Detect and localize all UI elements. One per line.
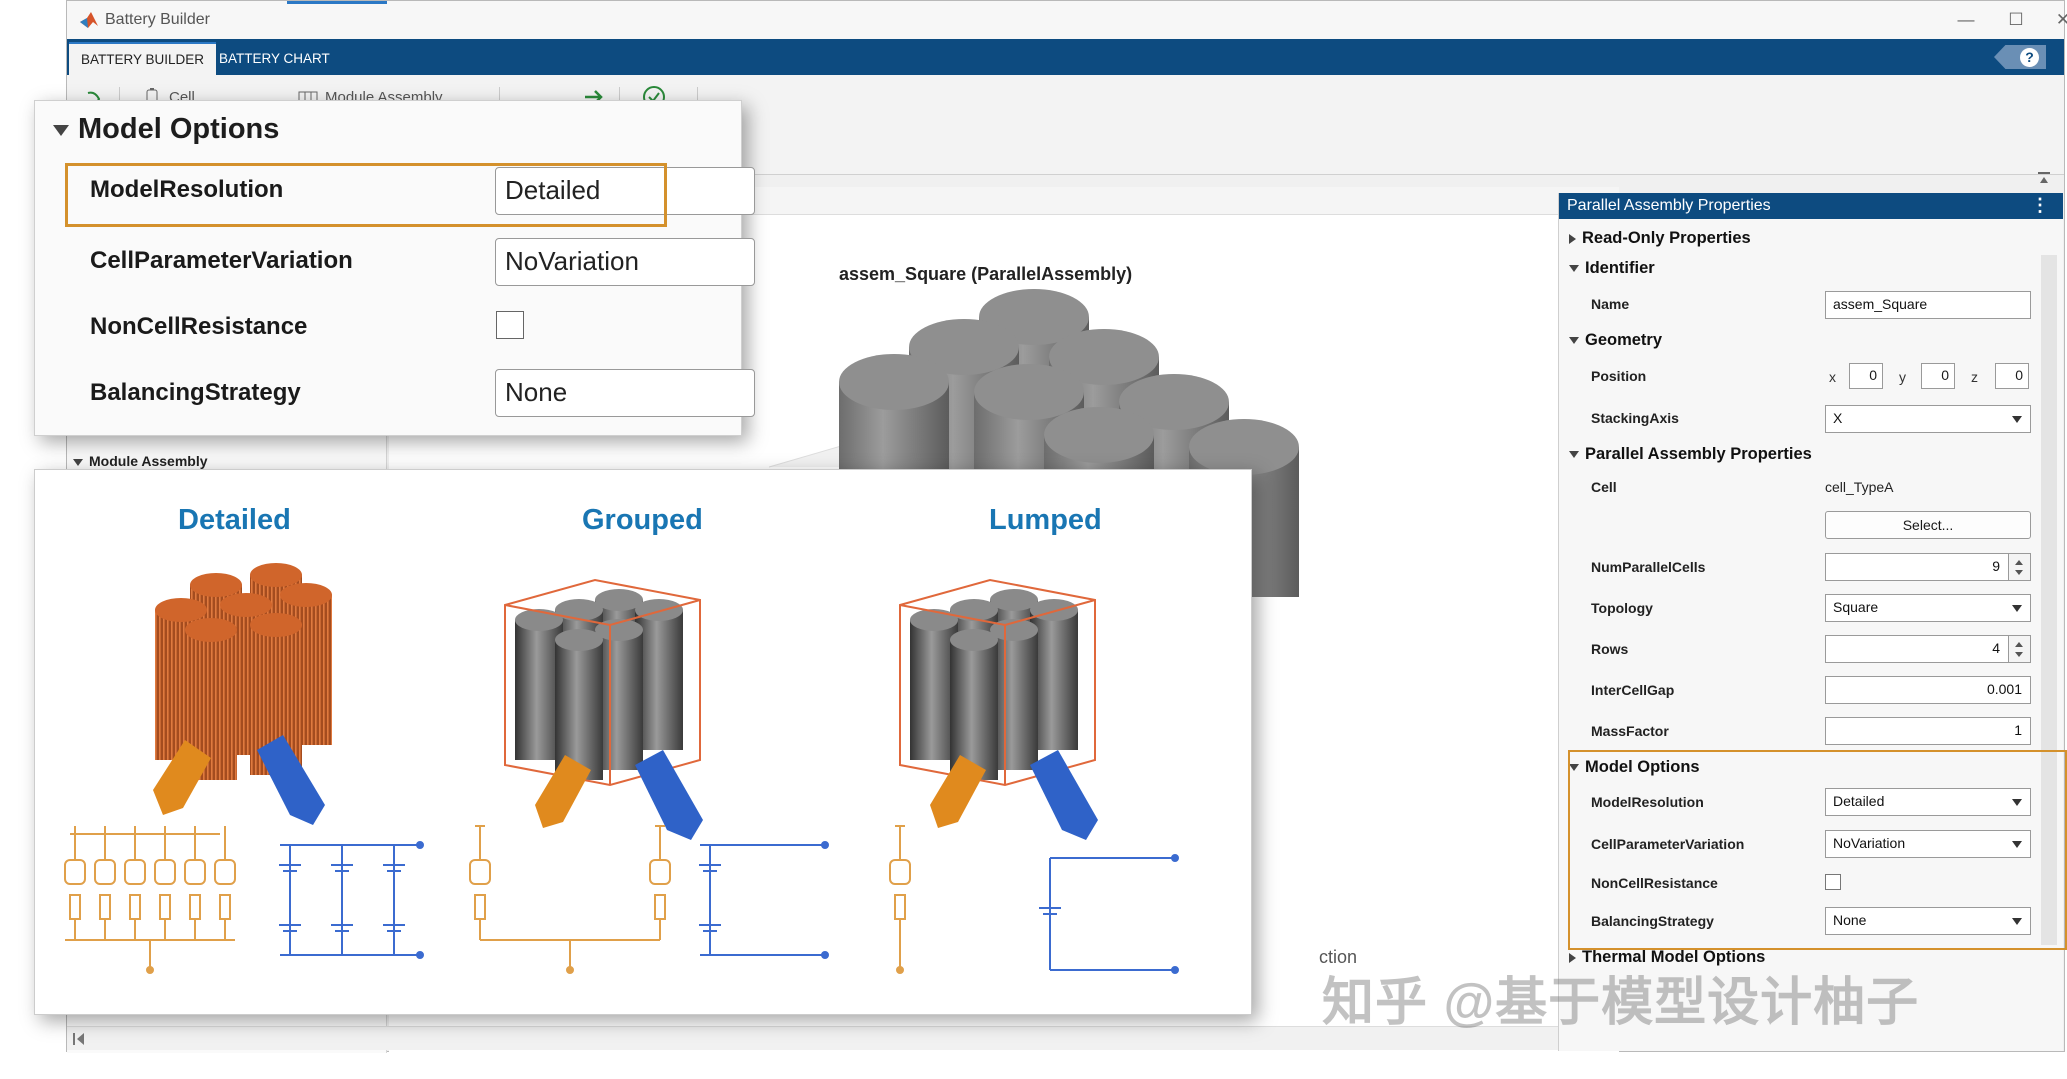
- collapse-icon: [1569, 265, 1579, 273]
- zoom-balancing-strategy-label: BalancingStrategy: [90, 379, 301, 406]
- intercell-gap-label: InterCellGap: [1591, 682, 1675, 698]
- section-geometry[interactable]: Geometry: [1569, 331, 1662, 350]
- mass-factor-label: MassFactor: [1591, 723, 1669, 739]
- zoom-noncell-resistance-checkbox[interactable]: [496, 311, 524, 339]
- app-tab-bar: BATTERY BUILDER BATTERY CHART ?: [67, 39, 2064, 75]
- help-icon: ?: [2020, 47, 2039, 67]
- more-options-icon[interactable]: ⋮: [2031, 196, 2049, 214]
- tab-battery-builder[interactable]: BATTERY BUILDER: [69, 42, 217, 75]
- close-button[interactable]: ✕: [2039, 5, 2067, 35]
- topology-dropdown[interactable]: Square: [1825, 594, 2031, 622]
- collapse-icon: [1569, 451, 1579, 459]
- model-options-zoom: Model Options ModelResolution Detailed C…: [34, 100, 755, 436]
- matlab-logo-icon: [80, 12, 98, 28]
- expand-icon: [73, 458, 83, 466]
- grouped-electrical-circuit: [699, 841, 829, 959]
- name-input[interactable]: assem_Square: [1825, 291, 2031, 319]
- model-resolution-illustration: [64, 563, 1179, 974]
- tab-battery-chart[interactable]: BATTERY CHART: [207, 42, 342, 75]
- name-label: Name: [1591, 296, 1630, 312]
- chevron-down-icon: [2012, 605, 2022, 612]
- lumped-electrical-circuit: [1039, 854, 1179, 974]
- section-read-only[interactable]: Read-Only Properties: [1569, 229, 1751, 248]
- detailed-electrical-circuit: [279, 841, 424, 959]
- intercell-gap-input[interactable]: 0.001: [1825, 676, 2031, 704]
- num-parallel-cells-input[interactable]: 9: [1825, 553, 2009, 581]
- zoom-section-model-options[interactable]: Model Options: [53, 113, 279, 146]
- position-y-input[interactable]: 0: [1921, 363, 1955, 389]
- stacking-axis-label: StackingAxis: [1591, 410, 1679, 426]
- grouped-thermal-circuit: [469, 825, 671, 974]
- position-z-label: z: [1971, 369, 1978, 385]
- title-accent: [287, 1, 387, 4]
- model-options-highlight: [1568, 750, 2067, 950]
- detailed-cylinders: [153, 563, 332, 825]
- stacking-axis-dropdown[interactable]: X: [1825, 405, 2031, 433]
- scroll-left-icon[interactable]: [73, 1032, 85, 1046]
- topology-label: Topology: [1591, 600, 1653, 616]
- position-y-label: y: [1899, 369, 1906, 385]
- help-button[interactable]: ?: [1994, 45, 2046, 69]
- rows-label: Rows: [1591, 641, 1629, 657]
- title-bar: Battery Builder — ☐ ✕: [67, 1, 2067, 39]
- maximize-button[interactable]: ☐: [1992, 5, 2040, 35]
- property-inspector-header: Parallel Assembly Properties ⋮: [1559, 193, 2063, 219]
- cell-label: Cell: [1591, 479, 1617, 495]
- position-x-label: x: [1829, 369, 1836, 385]
- collapse-icon: [53, 124, 69, 136]
- collapse-toolstrip-icon[interactable]: [2037, 171, 2051, 185]
- collapse-icon: [1569, 337, 1579, 345]
- section-parallel-assembly[interactable]: Parallel Assembly Properties: [1569, 445, 1812, 464]
- zoom-model-resolution-highlight: [65, 163, 667, 227]
- cell-value: cell_TypeA: [1825, 479, 1894, 495]
- spin-down-icon[interactable]: [2015, 652, 2023, 657]
- minimize-button[interactable]: —: [1942, 5, 1990, 35]
- num-parallel-cells-spinner[interactable]: [2009, 553, 2031, 581]
- section-identifier[interactable]: Identifier: [1569, 259, 1655, 278]
- zoom-balancing-strategy-dropdown[interactable]: None: [495, 369, 755, 417]
- position-z-input[interactable]: 0: [1995, 363, 2029, 389]
- chevron-down-icon: [2012, 416, 2022, 423]
- model-resolution-comparison: Detailed Grouped Lumped: [34, 469, 1252, 1015]
- detailed-thermal-circuit: [64, 826, 236, 974]
- num-parallel-cells-label: NumParallelCells: [1591, 559, 1706, 575]
- window-title: Battery Builder: [105, 11, 210, 28]
- spin-up-icon[interactable]: [2015, 642, 2023, 647]
- select-cell-button[interactable]: Select...: [1825, 511, 2031, 539]
- lumped-thermal-circuit: [889, 825, 911, 974]
- mass-factor-input[interactable]: 1: [1825, 717, 2031, 745]
- rows-spinner[interactable]: [2009, 635, 2031, 663]
- grouped-cylinders: [504, 578, 703, 840]
- position-label: Position: [1591, 368, 1647, 384]
- position-x-input[interactable]: 0: [1849, 363, 1883, 389]
- rows-input[interactable]: 4: [1825, 635, 2009, 663]
- zoom-cell-parameter-variation-label: CellParameterVariation: [90, 247, 353, 274]
- spin-down-icon[interactable]: [2015, 570, 2023, 575]
- expand-icon: [1569, 233, 1576, 244]
- spin-up-icon[interactable]: [2015, 560, 2023, 565]
- zoom-noncell-resistance-label: NonCellResistance: [90, 313, 308, 340]
- plot-title: assem_Square (ParallelAssembly): [839, 264, 1133, 284]
- zoom-cell-parameter-variation-dropdown[interactable]: NoVariation: [495, 238, 755, 286]
- watermark: 知乎 @基于模型设计柚子: [1322, 974, 1920, 1032]
- tree-item-module-assembly[interactable]: Module Assembly: [73, 453, 208, 469]
- lumped-cylinders: [899, 578, 1098, 840]
